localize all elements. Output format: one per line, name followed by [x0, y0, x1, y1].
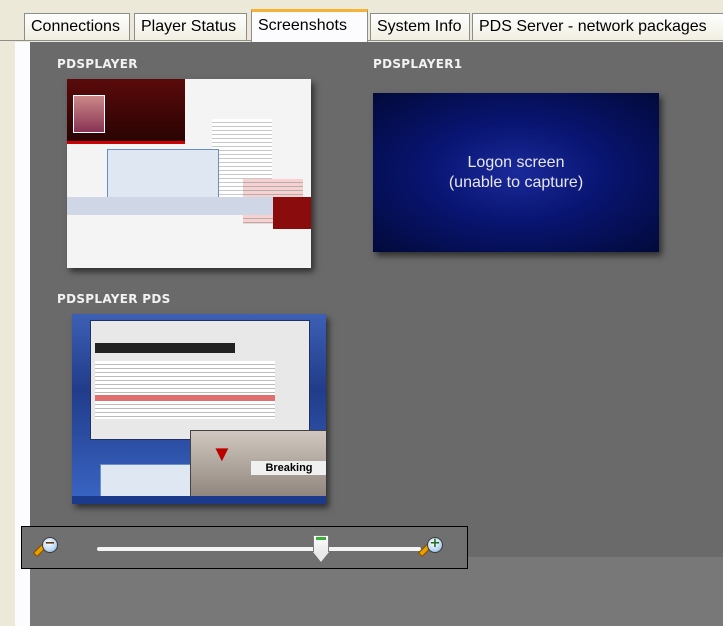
- logon-message-line2: (unable to capture): [448, 174, 584, 191]
- thumb-list: [95, 361, 275, 419]
- tab-pds-server-network-packages[interactable]: PDS Server - network packages: [472, 13, 723, 40]
- screenshot-thumbnail-pdsplayer1[interactable]: Logon screen (unable to capture): [373, 93, 659, 252]
- screen-label-pdsplayer: PDSPLAYER: [57, 57, 138, 71]
- screen-label-pdsplayer-pds: PDSPLAYER PDS: [57, 292, 171, 306]
- thumb-red-panel: [273, 197, 311, 229]
- zoom-slider-thumb[interactable]: [312, 535, 329, 563]
- tab-screenshots[interactable]: Screenshots: [251, 9, 368, 42]
- screenshot-viewer: PDSPLAYER PDSPLAYER1 Logon screen (unabl…: [30, 42, 723, 557]
- zoom-control: − +: [21, 526, 468, 569]
- slider-thumb-body: [312, 535, 329, 553]
- thumb-taskbar: [72, 496, 326, 504]
- magnifier-plus-icon[interactable]: +: [417, 535, 445, 561]
- thumb-logo-icon: ▼: [211, 441, 233, 466]
- thumb-selected-row: [95, 395, 275, 401]
- screen-label-pdsplayer1: PDSPLAYER1: [373, 57, 463, 71]
- thumb-breaking-banner: Breaking: [251, 461, 326, 475]
- slider-thumb-tip: [312, 552, 329, 562]
- thumb-photo: [73, 95, 105, 133]
- tab-connections[interactable]: Connections: [24, 13, 130, 40]
- thumb-app-window: [90, 320, 310, 440]
- magnifier-minus-icon[interactable]: −: [32, 535, 60, 561]
- screenshot-thumbnail-pdsplayer[interactable]: [67, 79, 311, 268]
- screenshot-thumbnail-pdsplayer-pds[interactable]: ▼ Breaking: [72, 314, 326, 504]
- thumb-news-window: ▼ Breaking: [190, 430, 326, 504]
- zoom-slider-track[interactable]: [97, 547, 421, 551]
- zoom-in-sign: +: [429, 536, 441, 551]
- zoom-out-sign: −: [44, 536, 56, 551]
- tab-strip: Connections Player Status Screenshots Sy…: [0, 0, 723, 42]
- logon-message-line1: Logon screen: [467, 154, 565, 171]
- tab-system-info[interactable]: System Info: [370, 13, 470, 40]
- tab-player-status[interactable]: Player Status: [134, 13, 247, 40]
- logon-screen-message: Logon screen (unable to capture): [373, 153, 659, 193]
- thumb-clock-bar: [95, 343, 235, 353]
